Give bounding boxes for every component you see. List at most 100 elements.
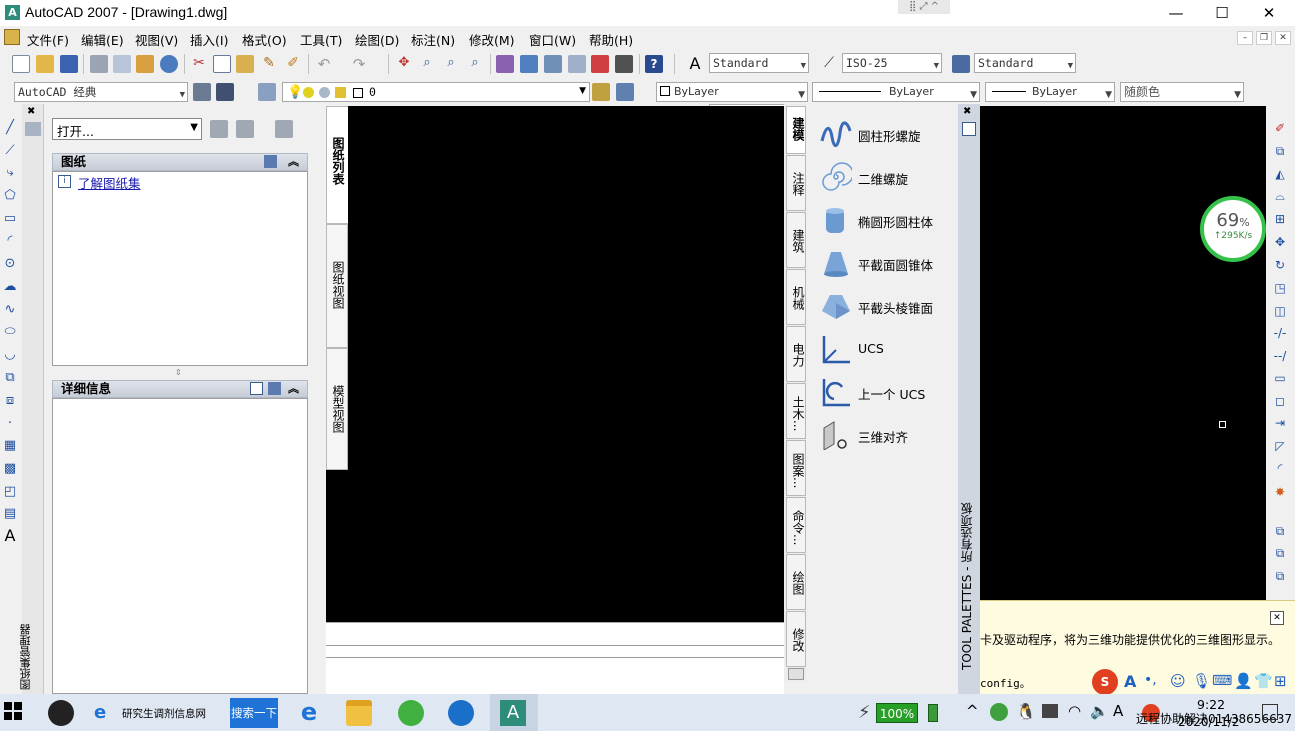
erase-icon[interactable]: ✐ xyxy=(1272,120,1288,136)
polyline-icon[interactable]: ⤷ xyxy=(2,165,18,181)
rotate-icon[interactable]: ↻ xyxy=(1272,257,1288,273)
explode-icon[interactable]: ✸ xyxy=(1272,484,1288,500)
taskbar-browser-tab[interactable]: e 研究生调剂信息网 xyxy=(92,696,224,729)
mirror-icon[interactable]: ◭ xyxy=(1272,166,1288,182)
text-style-combo[interactable]: Standard ▼ xyxy=(709,53,809,73)
display-icon[interactable] xyxy=(1042,704,1058,718)
make-block-icon[interactable]: ⧈ xyxy=(2,393,18,409)
make-current-layer-icon[interactable] xyxy=(592,83,610,101)
bring-to-front-icon[interactable]: ⧉ xyxy=(1272,545,1288,561)
arc-icon[interactable]: ◜ xyxy=(2,233,18,249)
my-workspace-icon[interactable] xyxy=(216,83,234,101)
view-options-icon[interactable] xyxy=(275,120,293,138)
plot-preview-icon[interactable] xyxy=(113,55,131,73)
learn-sheet-sets-link[interactable]: 了解图纸集 xyxy=(78,173,141,192)
pan-icon[interactable]: ✥ xyxy=(395,55,413,73)
gradient-icon[interactable]: ▩ xyxy=(2,461,18,477)
markup-icon[interactable] xyxy=(591,55,609,73)
menu-help[interactable]: 帮助(H) xyxy=(589,30,633,49)
break-icon[interactable]: ◻ xyxy=(1272,393,1288,409)
edge-icon[interactable]: e xyxy=(296,700,322,726)
properties-icon[interactable] xyxy=(25,122,41,136)
copy-icon[interactable] xyxy=(213,55,231,73)
menu-dimension[interactable]: 标注(N) xyxy=(411,30,455,49)
sheets-panel-header[interactable]: 图纸 ︽ xyxy=(52,153,308,171)
block-editor-icon[interactable]: ✐ xyxy=(284,55,302,73)
search-button[interactable]: 搜索一下 xyxy=(230,698,278,728)
fillet-icon[interactable]: ◜ xyxy=(1272,460,1288,476)
ellipse-arc-icon[interactable]: ◡ xyxy=(2,347,18,363)
toolbox-icon[interactable]: ⊞ xyxy=(1274,672,1287,690)
tab-draw[interactable]: 绘图 xyxy=(786,554,806,610)
punctuation-icon[interactable]: •, xyxy=(1144,672,1157,688)
polygon-icon[interactable]: ⬠ xyxy=(2,188,18,204)
battery-icon[interactable] xyxy=(928,704,938,722)
undo-icon[interactable]: ↶ xyxy=(315,55,333,73)
zoom-window-icon[interactable]: ⌕ xyxy=(442,55,460,73)
table-style-combo[interactable]: Standard ▼ xyxy=(974,53,1076,73)
new-icon[interactable] xyxy=(12,55,30,73)
revision-cloud-icon[interactable]: ☁ xyxy=(2,279,18,295)
color-combo[interactable]: ByLayer ▼ xyxy=(656,82,808,102)
360-tray-icon[interactable] xyxy=(990,703,1008,721)
power-icon[interactable]: ⚡ xyxy=(858,702,871,723)
point-icon[interactable]: · xyxy=(2,416,18,432)
tab-command[interactable]: 命令... xyxy=(786,497,806,553)
plot-style-combo[interactable]: 随颜色 ▼ xyxy=(1120,82,1244,102)
tab-architectural[interactable]: 建筑 xyxy=(786,212,806,268)
teamviewer-icon[interactable] xyxy=(448,700,474,726)
print-icon[interactable] xyxy=(90,55,108,73)
battery-percent[interactable]: 100% xyxy=(876,703,918,723)
construction-line-icon[interactable]: ⟋ xyxy=(2,143,18,159)
insert-block-icon[interactable]: ⧉ xyxy=(2,370,18,386)
collapse-icon[interactable]: ︽ xyxy=(288,154,299,170)
sheet-set-tool-icon[interactable] xyxy=(210,120,228,138)
sogou-logo-icon[interactable]: S xyxy=(1092,669,1118,695)
publish-icon[interactable] xyxy=(136,55,154,73)
network-speed-widget[interactable]: 69% ↑295K/s xyxy=(1200,196,1266,262)
close-button[interactable]: ✕ xyxy=(1246,0,1292,26)
menu-draw[interactable]: 绘图(D) xyxy=(355,30,399,49)
volume-icon[interactable]: 🔈 xyxy=(1090,702,1109,720)
properties-icon[interactable] xyxy=(962,122,976,136)
design-center-icon[interactable] xyxy=(520,55,538,73)
360-browser-icon[interactable] xyxy=(398,700,424,726)
circle-icon[interactable]: ⊙ xyxy=(2,256,18,272)
menu-modify[interactable]: 修改(M) xyxy=(469,30,515,49)
ime-mode-icon[interactable]: A xyxy=(1124,672,1136,691)
menu-tools[interactable]: 工具(T) xyxy=(300,30,342,49)
layer-combo[interactable]: 💡 0 ▼ xyxy=(282,82,590,102)
menu-format[interactable]: 格式(O) xyxy=(242,30,287,49)
redo-icon[interactable]: ↷ xyxy=(350,55,368,73)
cut-icon[interactable]: ✂ xyxy=(190,55,208,73)
tab-modify[interactable]: 修改 xyxy=(786,611,806,667)
tab-electrical[interactable]: 电力 xyxy=(786,326,806,382)
text-style-icon[interactable]: A xyxy=(686,55,704,73)
draw-order-icon[interactable]: ⧉ xyxy=(1272,523,1288,539)
emoji-icon[interactable]: ☺ xyxy=(1170,672,1186,690)
stretch-icon[interactable]: ◫ xyxy=(1272,303,1288,319)
ellipse-icon[interactable]: ⬭ xyxy=(2,324,18,340)
save-icon[interactable] xyxy=(60,55,78,73)
trim-icon[interactable]: -/- xyxy=(1272,325,1288,341)
drawing-canvas[interactable] xyxy=(348,106,784,622)
dim-style-icon[interactable]: ⟋ xyxy=(820,55,838,73)
wifi-icon[interactable]: ◠ xyxy=(1068,702,1081,720)
menu-view[interactable]: 视图(V) xyxy=(135,30,178,49)
drawing-canvas[interactable] xyxy=(326,470,350,622)
pinwheel-app-icon[interactable] xyxy=(48,700,74,726)
table-style-icon[interactable] xyxy=(952,55,970,73)
tool-palettes-icon[interactable] xyxy=(544,55,562,73)
extend-icon[interactable]: --/ xyxy=(1272,348,1288,364)
panel-option-icon[interactable] xyxy=(264,155,277,168)
tab-mechanical[interactable]: 机械 xyxy=(786,269,806,325)
document-icon[interactable] xyxy=(4,29,20,45)
workspace-combo[interactable]: AutoCAD 经典 ▼ xyxy=(14,82,188,102)
file-explorer-icon[interactable] xyxy=(346,700,372,726)
tab-sheet-views[interactable]: 图纸视图 xyxy=(326,224,348,348)
doc-close-button[interactable]: ✕ xyxy=(1275,31,1291,45)
tab-model-views[interactable]: 模型视图 xyxy=(326,348,348,470)
chamfer-icon[interactable]: ◸ xyxy=(1272,438,1288,454)
region-icon[interactable]: ◰ xyxy=(2,484,18,500)
action-center-icon[interactable] xyxy=(1262,704,1278,720)
